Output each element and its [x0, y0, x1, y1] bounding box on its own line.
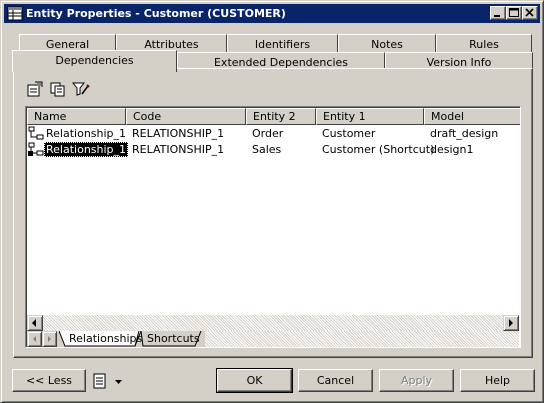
arrow-left-icon [32, 319, 36, 327]
subtab-shortcuts[interactable]: Shortcuts [143, 331, 204, 347]
less-button[interactable]: << Less [12, 369, 86, 392]
column-header-model[interactable]: Model [424, 108, 520, 125]
column-label: Entity 2 [253, 110, 296, 123]
copy-icon[interactable] [49, 81, 67, 97]
arrow-right-icon [48, 336, 51, 342]
tab-label: Notes [371, 38, 403, 51]
help-button-label: Help [484, 374, 511, 387]
relationship-shortcut-icon [28, 142, 44, 157]
tab-label: Rules [469, 38, 499, 51]
row-entity-1: Customer [322, 127, 376, 140]
dependencies-list[interactable]: Name Code Entity 2 Entity 1 Model Relati… [25, 106, 521, 348]
column-label: Entity 1 [323, 110, 366, 123]
column-label: Model [431, 110, 465, 123]
dropdown-arrow-icon[interactable] [114, 376, 124, 384]
scroll-right-button[interactable] [503, 315, 519, 331]
tab-identifiers[interactable]: Identifiers [227, 34, 338, 53]
row-code: RELATIONSHIP_1 [132, 127, 225, 140]
tab-label: Identifiers [254, 38, 311, 51]
column-label: Name [34, 110, 67, 123]
column-header-entity-1[interactable]: Entity 1 [316, 108, 424, 125]
row-model: draft_design [430, 127, 499, 140]
subtab-scroll-left-button[interactable] [27, 331, 42, 347]
close-window-button[interactable] [522, 6, 538, 20]
scroll-left-button[interactable] [27, 315, 43, 331]
horizontal-scrollbar[interactable] [27, 315, 519, 331]
column-header-code[interactable]: Code [126, 108, 246, 125]
arrow-right-icon [509, 319, 513, 327]
scroll-track[interactable] [43, 315, 503, 331]
cancel-button[interactable]: Cancel [298, 369, 373, 392]
ok-button-label: OK [246, 374, 263, 387]
ok-button[interactable]: OK [216, 368, 293, 393]
less-button-label: << Less [25, 374, 73, 387]
cancel-button-label: Cancel [316, 374, 355, 387]
subtab-relationships[interactable]: Relationships [65, 331, 146, 347]
filter-icon[interactable] [71, 81, 90, 97]
column-header-entity-2[interactable]: Entity 2 [246, 108, 316, 125]
minimize-button[interactable] [490, 6, 506, 20]
window-title: Entity Properties - Customer (CUSTOMER) [26, 7, 286, 20]
close-icon [525, 8, 534, 17]
tab-rules[interactable]: Rules [436, 34, 532, 53]
row-entity-2: Sales [252, 143, 282, 156]
tab-notes[interactable]: Notes [338, 34, 436, 53]
row-entity-2: Order [252, 127, 284, 140]
subtab-strip: Relationships Shortcuts [27, 331, 519, 347]
apply-button-label: Apply [400, 374, 433, 387]
document-menu-icon[interactable] [91, 372, 109, 390]
minimize-icon [494, 15, 500, 17]
entity-table-icon [7, 6, 23, 21]
title-bar[interactable]: Entity Properties - Customer (CUSTOMER) [4, 4, 540, 23]
tab-label: Dependencies [55, 54, 134, 67]
properties-icon[interactable] [26, 81, 44, 97]
row-entity-1: Customer (Shortcut) [322, 143, 435, 156]
entity-properties-window: Entity Properties - Customer (CUSTOMER) … [0, 0, 544, 403]
column-header-name[interactable]: Name [27, 108, 126, 125]
maximize-button[interactable] [506, 6, 522, 20]
relationship-icon [28, 126, 44, 141]
subtab-scroll-area [205, 331, 519, 347]
row-model: design1 [430, 143, 474, 156]
tab-dependencies[interactable]: Dependencies [12, 50, 177, 72]
help-button[interactable]: Help [460, 369, 535, 392]
apply-button[interactable]: Apply [379, 369, 454, 392]
arrow-left-icon [33, 336, 36, 342]
column-label: Code [133, 110, 162, 123]
row-code: RELATIONSHIP_1 [132, 143, 225, 156]
row-name: Relationship_1 [46, 127, 127, 140]
maximize-icon [509, 8, 519, 17]
subtab-scroll-right-button[interactable] [42, 331, 57, 347]
row-name: Relationship_1 [44, 142, 129, 157]
